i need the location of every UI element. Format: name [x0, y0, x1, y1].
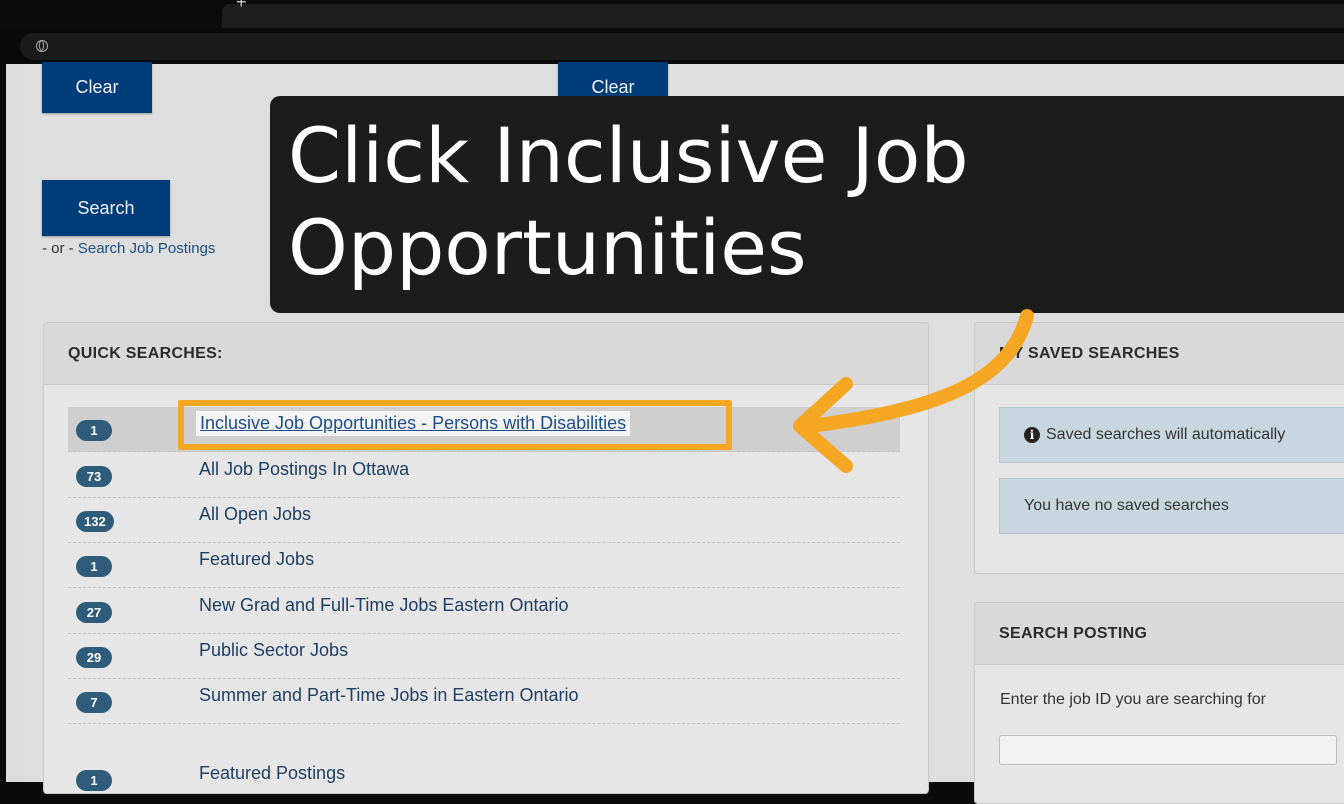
info-icon: i: [1024, 427, 1040, 443]
highlight-box: [178, 400, 732, 450]
no-saved-searches-text: You have no saved searches: [1024, 497, 1229, 514]
browser-tab[interactable]: [222, 4, 1344, 28]
callout-text: Click Inclusive Job Opportunities: [288, 110, 1328, 294]
saved-searches-info-text: Saved searches will automatically: [1046, 426, 1286, 443]
callout-line-1: Click Inclusive Job: [288, 111, 969, 200]
search-job-postings-link[interactable]: Search Job Postings: [78, 240, 216, 257]
featured-postings-link[interactable]: Featured Postings: [199, 763, 345, 784]
search-alternative-line: - or - Search Job Postings: [42, 240, 215, 257]
count-badge: 1: [76, 556, 112, 577]
quick-search-row: 132 All Open Jobs: [68, 498, 900, 543]
search-button[interactable]: Search: [42, 180, 170, 236]
quick-search-link[interactable]: All Job Postings In Ottawa: [199, 459, 409, 480]
count-badge: 1: [76, 770, 112, 791]
count-badge: 1: [76, 420, 112, 441]
quick-search-link[interactable]: Summer and Part-Time Jobs in Eastern Ont…: [199, 685, 578, 706]
saved-searches-panel: MY SAVED SEARCHES i Saved searches will …: [974, 322, 1344, 574]
no-saved-searches-box: You have no saved searches: [999, 478, 1344, 534]
callout-line-2: Opportunities: [288, 203, 807, 292]
quick-search-link[interactable]: Featured Jobs: [199, 549, 314, 570]
or-text: - or -: [42, 240, 78, 257]
search-posting-prompt: Enter the job ID you are searching for: [1000, 691, 1266, 708]
quick-search-link[interactable]: New Grad and Full-Time Jobs Eastern Onta…: [199, 595, 568, 616]
saved-searches-title: MY SAVED SEARCHES: [975, 323, 1344, 385]
quick-search-link[interactable]: All Open Jobs: [199, 504, 311, 525]
search-posting-title: SEARCH POSTING: [975, 603, 1344, 665]
quick-search-row: 29 Public Sector Jobs: [68, 634, 900, 679]
job-id-input[interactable]: [999, 735, 1337, 765]
new-tab-plus-icon[interactable]: +: [236, 0, 247, 13]
quick-search-link[interactable]: Public Sector Jobs: [199, 640, 348, 661]
count-badge: 73: [76, 466, 112, 487]
count-badge: 7: [76, 692, 112, 713]
quick-searches-title: QUICK SEARCHES:: [44, 323, 928, 385]
featured-postings-row: 1 Featured Postings: [68, 757, 900, 793]
quick-search-row: 27 New Grad and Full-Time Jobs Eastern O…: [68, 589, 900, 634]
quick-search-row: 1 Featured Jobs: [68, 543, 900, 588]
browser-tab-bar: +: [0, 0, 1344, 30]
saved-searches-info: i Saved searches will automatically: [999, 407, 1344, 463]
saved-searches-title-text: MY SAVED SEARCHES: [999, 344, 1180, 362]
quick-search-row: 7 Summer and Part-Time Jobs in Eastern O…: [68, 679, 900, 724]
count-badge: 132: [76, 511, 114, 532]
count-badge: 29: [76, 647, 112, 668]
clear-button-left[interactable]: Clear: [42, 62, 152, 113]
globe-icon: [36, 40, 48, 52]
quick-searches-panel: QUICK SEARCHES: 1 Inclusive Job Opportun…: [43, 322, 929, 794]
count-badge: 27: [76, 602, 112, 623]
search-posting-panel: SEARCH POSTING Enter the job ID you are …: [974, 602, 1344, 804]
address-bar[interactable]: [20, 33, 1344, 60]
quick-search-row: 73 All Job Postings In Ottawa: [68, 453, 900, 498]
